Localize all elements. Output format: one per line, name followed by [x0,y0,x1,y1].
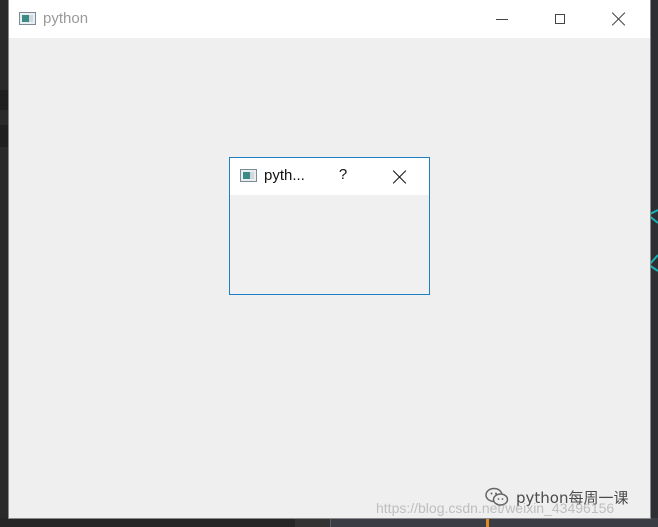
main-window: python pyth... ? [9,0,650,518]
dialog-close-button[interactable] [380,162,420,192]
close-icon [612,12,626,26]
background-window-edge [0,0,9,527]
maximize-button[interactable] [537,0,583,38]
taskbar-strip [0,518,658,527]
desktop-background: python pyth... ? python每周一课 https://blog… [0,0,658,527]
dialog-window: pyth... ? [229,157,430,295]
main-titlebar[interactable]: python [9,0,650,38]
maximize-icon [555,14,565,24]
dialog-title: pyth... [264,167,305,184]
app-icon [19,12,36,25]
minimize-button[interactable] [479,0,525,38]
window-title: python [43,10,89,27]
dialog-titlebar[interactable]: pyth... ? [230,158,429,195]
help-button[interactable]: ? [330,166,356,188]
minimize-icon [496,18,508,20]
close-button[interactable] [596,0,642,38]
close-icon [393,170,407,184]
watermark-url: https://blog.csdn.net/weixin_43496156 [376,500,615,516]
dialog-app-icon [240,169,257,182]
